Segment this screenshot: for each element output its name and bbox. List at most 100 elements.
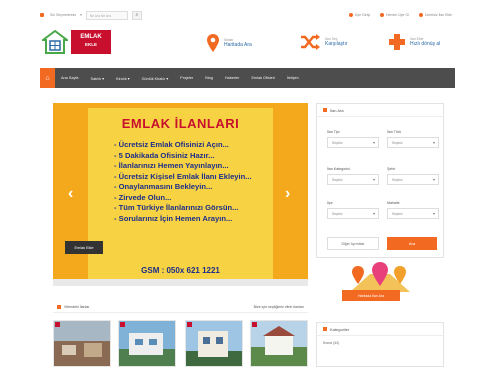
featured-badge [252, 322, 257, 327]
field-label: Mahalle [387, 201, 400, 205]
field-label: İlan Kategorisi [327, 167, 350, 171]
neighborhood-select[interactable]: Seçiniz [387, 208, 439, 219]
categories-title: Kategoriler [330, 326, 350, 332]
categories-header: Kategoriler [317, 323, 443, 336]
list-icon [323, 327, 327, 331]
slider-line: - Zirvede Olun... [114, 192, 172, 202]
hero-slider[interactable]: EMLAK İLANLARI - Ücretsiz Emlak Ofisiniz… [53, 103, 308, 286]
star-icon [40, 13, 44, 17]
city-field: Şehir Seçiniz [387, 167, 439, 185]
listing-card[interactable] [118, 320, 176, 367]
slider-pagination[interactable] [53, 279, 308, 286]
field-label: İlçe [327, 201, 333, 205]
nav-item-offices[interactable]: Emlak Ofisleri [245, 76, 280, 80]
register-link[interactable]: Hemen Üye Ol [380, 13, 409, 17]
listing-card[interactable] [185, 320, 243, 367]
slider-line: - Sorularınız İçin Hemen Arayın... [114, 213, 233, 223]
city-select[interactable]: Seçiniz [387, 174, 439, 185]
map-pins-icon [350, 262, 410, 292]
advanced-options-button[interactable]: Diğer Ayrıntılar [327, 237, 379, 250]
logo-line-2: EKLE [84, 42, 97, 47]
map-search-button[interactable]: Haritada İlan Ara [342, 290, 400, 301]
emlak-ekle-button[interactable]: Emlak Ekle [65, 241, 103, 254]
listing-card[interactable] [53, 320, 111, 367]
category-field: İlan Kategorisi Seçiniz [327, 167, 379, 185]
listing-kind-field: İlan Türü Seçiniz [387, 130, 439, 148]
slider-phone: GSM : 050x 621 1221 [141, 266, 220, 275]
featured-listings-title: Vitrindeki İlanlar [64, 304, 90, 309]
listing-search-panel: İlan Ara İlan Tipi Seçiniz İlan Türü Seç… [316, 103, 444, 258]
map-search-link[interactable]: İlanlar Haritada Ara [207, 34, 252, 52]
shuffle-icon [301, 34, 320, 50]
featured-listings-header: Vitrindeki İlanlar Bize için seçtiğimiz … [53, 301, 308, 313]
home-icon[interactable]: ⌂ [40, 68, 55, 88]
category-select[interactable]: Seçiniz [327, 174, 379, 185]
login-link[interactable]: Üye Girişi [348, 13, 370, 17]
favorites-link[interactable]: Sık Seçmeleriniz [50, 13, 76, 17]
neighborhood-field: Mahalle Seçiniz [387, 201, 439, 219]
slider-list: - Ücretsiz Emlak Ofisinizi Açın... - 5 D… [114, 140, 252, 224]
featured-badge [55, 322, 60, 327]
add-listing-big: Hızlı dönüş al [410, 41, 441, 47]
search-panel-title: İlan Ara [330, 107, 344, 113]
field-label: İlan Tipi [327, 130, 340, 134]
field-label: Şehir [387, 167, 396, 171]
search-icon [323, 108, 327, 112]
top-utility-bar: Sık Seçmeleriniz ▾ Ne Ara Ne Ara ⌕ Üye G… [40, 9, 452, 21]
compare-link[interactable]: İlan Seç Karşılaştır [300, 34, 348, 50]
listing-type-select[interactable]: Seçiniz [327, 137, 379, 148]
district-field: İlçe Seçiniz [327, 201, 379, 219]
top-search-input[interactable]: Ne Ara Ne Ara [85, 10, 128, 20]
map-search-promo[interactable]: Haritada İlan Ara [330, 262, 430, 308]
slider-line: - Ücretsiz Kişisel Emlak İlanı Ekleyin..… [114, 171, 252, 181]
nav-item-rent[interactable]: Kiralık ▾ [110, 76, 136, 81]
search-submit-button[interactable]: Ara [387, 237, 437, 250]
search-icon[interactable]: ⌕ [131, 10, 142, 20]
site-logo[interactable]: EMLAK EKLE [71, 30, 111, 54]
slider-prev-arrow-icon[interactable]: ‹ [68, 185, 73, 203]
categories-panel: Kategoriler Konut (42) [316, 322, 444, 367]
nav-item-sale[interactable]: Satılık ▾ [85, 76, 111, 81]
listing-kind-select[interactable]: Seçiniz [387, 137, 439, 148]
nav-item-projects[interactable]: Projeler [174, 76, 199, 80]
grid-icon [57, 304, 61, 309]
compare-big: Karşılaştır [325, 41, 348, 47]
slider-line: - Ücretsiz Emlak Ofisinizi Açın... [114, 140, 229, 149]
free-listing-link[interactable]: Ücretsiz İlan Ekle [418, 13, 452, 17]
slider-banner: EMLAK İLANLARI - Ücretsiz Emlak Ofisiniz… [88, 108, 273, 281]
listing-photo [119, 321, 175, 366]
nav-item-home[interactable]: Ana Sayfa [55, 76, 85, 80]
category-item[interactable]: Konut (42) [317, 336, 443, 350]
nav-item-news[interactable]: Haberler [219, 76, 246, 80]
listing-type-field: İlan Tipi Seçiniz [327, 130, 379, 148]
featured-badge [187, 322, 192, 327]
featured-badge [120, 322, 125, 327]
register-label: Hemen Üye Ol [386, 13, 409, 17]
nav-item-blog[interactable]: Blog [199, 76, 219, 80]
slider-next-arrow-icon[interactable]: › [285, 185, 290, 203]
login-label: Üye Girişi [354, 13, 370, 17]
listing-photo [54, 321, 110, 366]
main-navigation: ⌂ Ana Sayfa Satılık ▾ Kiralık ▾ Günlük K… [40, 68, 455, 88]
house-logo-icon[interactable] [42, 30, 68, 54]
listing-photo [186, 321, 242, 366]
search-panel-header: İlan Ara [317, 104, 443, 117]
free-listing-label: Ücretsiz İlan Ekle [424, 13, 452, 17]
district-select[interactable]: Seçiniz [327, 208, 379, 219]
user-icon [348, 13, 353, 17]
nav-item-daily-rent[interactable]: Günlük Kiralık ▾ [136, 76, 175, 81]
logo-line-1: EMLAK [80, 34, 102, 40]
listing-card[interactable] [250, 320, 308, 367]
plus-icon [418, 13, 423, 17]
nav-item-contact[interactable]: İletişim [281, 76, 305, 80]
slider-line: - Onaylanmasını Bekleyin... [114, 182, 213, 191]
plus-icon [389, 34, 405, 50]
map-pin-icon [207, 34, 219, 52]
slider-line: - Tüm Türkiye İlanlarınızı Görsün... [114, 203, 239, 212]
add-listing-link[interactable]: İlan Ekle Hızlı dönüş al [389, 34, 440, 50]
field-label: İlan Türü [387, 130, 402, 134]
user-plus-icon [380, 13, 384, 17]
listing-photo [251, 321, 307, 366]
slider-line: - 5 Dakikada Ofisiniz Hazır... [114, 150, 215, 160]
featured-listings-more-link[interactable]: Bize için seçtiğimiz vitrin ilanları [254, 305, 304, 309]
